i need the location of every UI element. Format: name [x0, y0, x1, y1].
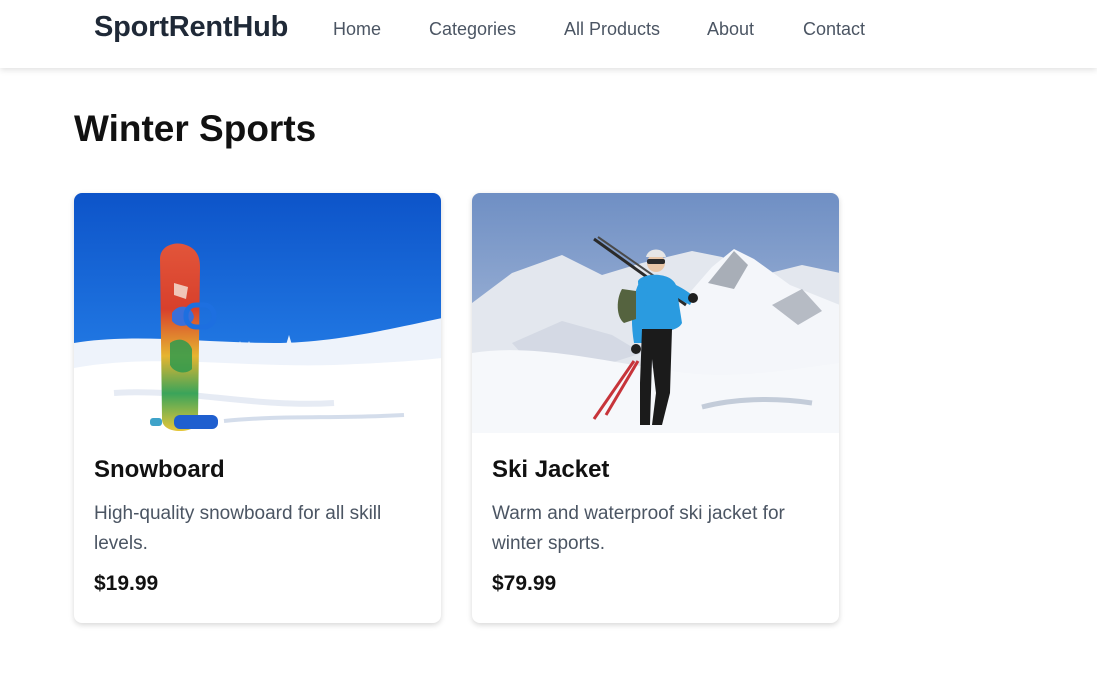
product-description: Warm and waterproof ski jacket for winte…: [492, 503, 785, 554]
product-price: $19.99: [94, 572, 159, 595]
nav-link-categories[interactable]: Categories: [429, 19, 516, 40]
product-card-snowboard[interactable]: Snowboard High-quality snowboard for all…: [74, 193, 441, 623]
top-navbar: SportRentHub Home Categories All Product…: [0, 0, 1097, 68]
brand-logo[interactable]: SportRentHub: [94, 11, 288, 44]
snowboard-photo[interactable]: [74, 193, 441, 433]
nav-link-all-products[interactable]: All Products: [564, 19, 660, 40]
nav-link-home[interactable]: Home: [333, 19, 381, 40]
nav-link-about[interactable]: About: [707, 19, 754, 40]
skier-photo[interactable]: [472, 193, 839, 433]
product-card-ski-jacket[interactable]: Ski Jacket Warm and waterproof ski jacke…: [472, 193, 839, 623]
product-description: High-quality snowboard for all skill lev…: [94, 503, 382, 554]
product-name[interactable]: Ski Jacket: [492, 456, 609, 484]
page-title: Winter Sports: [74, 108, 317, 149]
product-name[interactable]: Snowboard: [94, 456, 225, 484]
product-price: $79.99: [492, 572, 557, 595]
nav-link-contact[interactable]: Contact: [803, 19, 865, 40]
